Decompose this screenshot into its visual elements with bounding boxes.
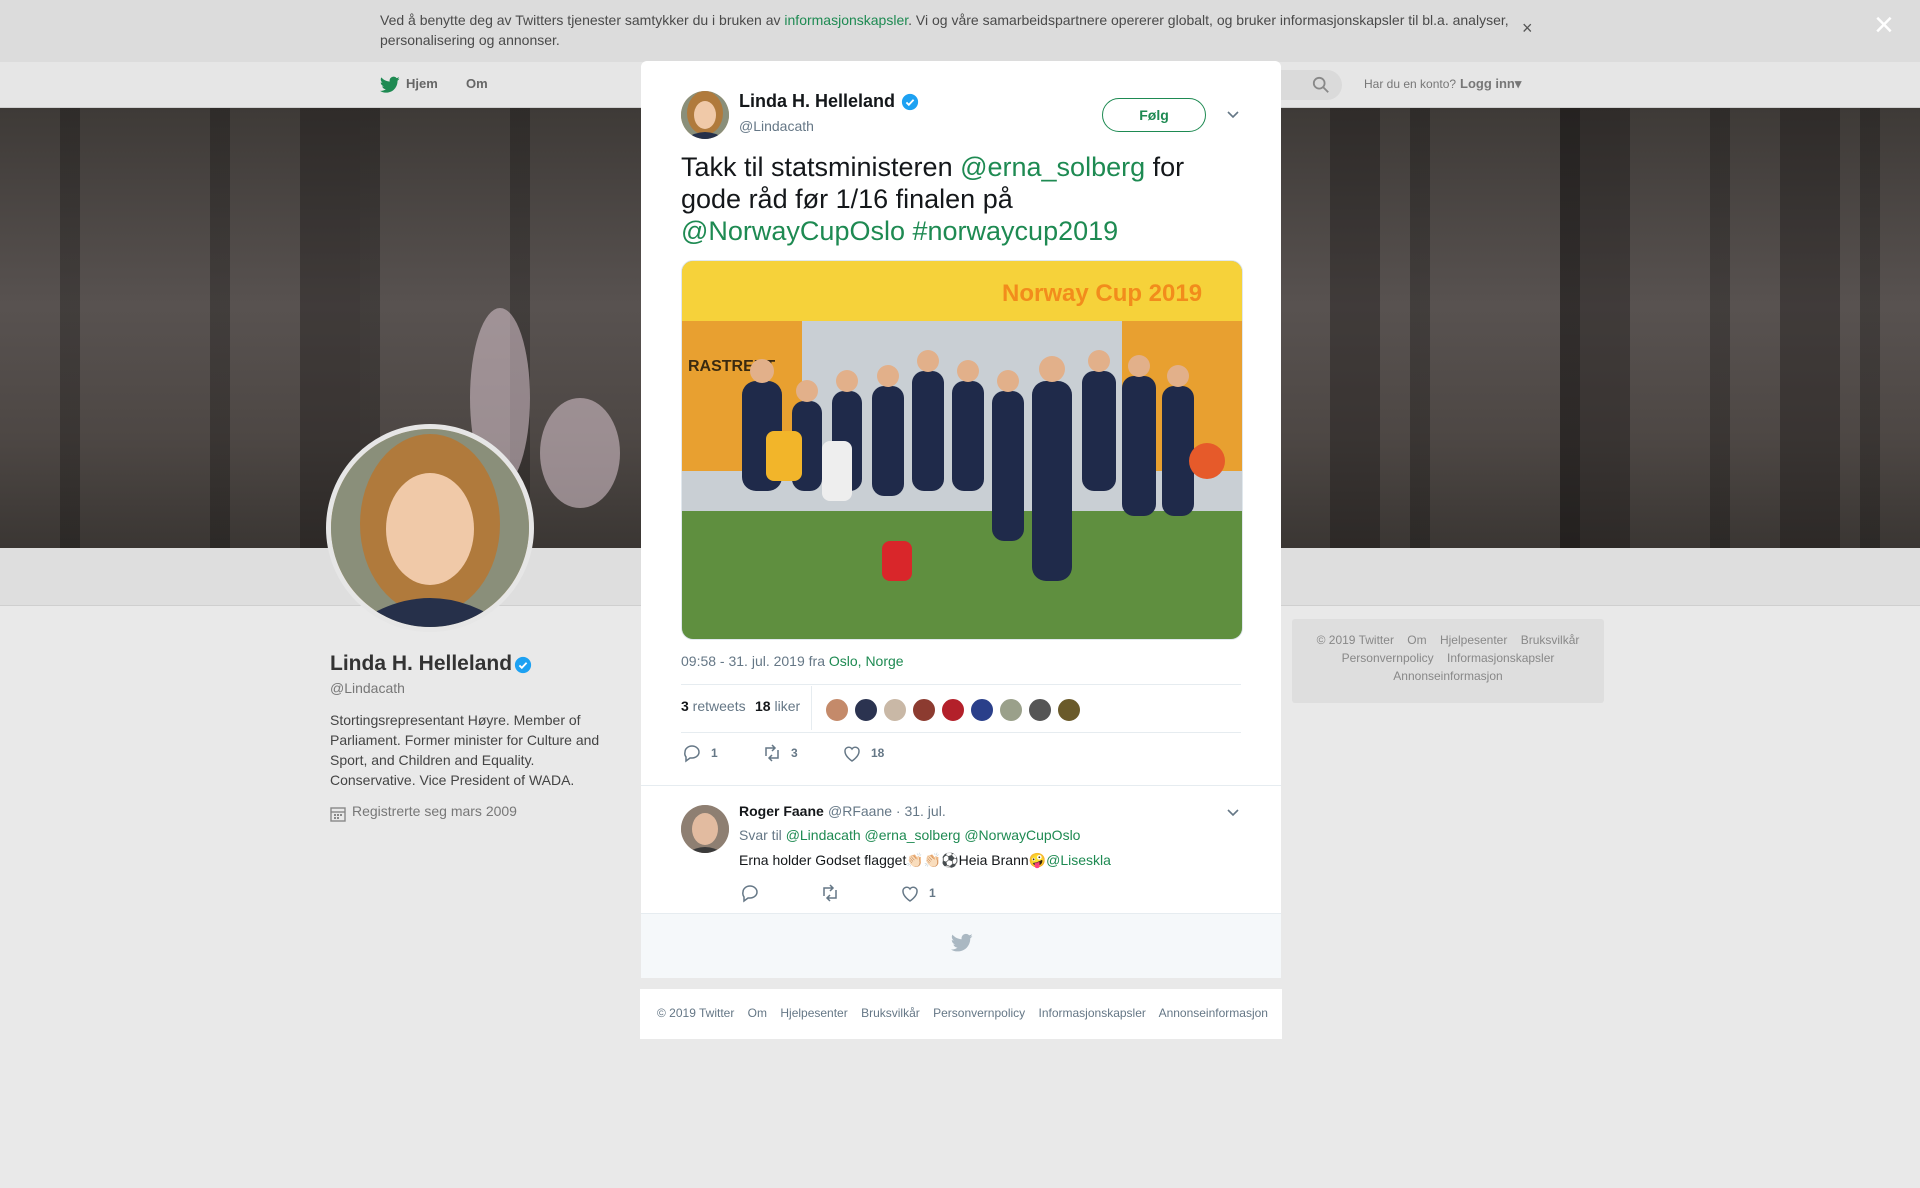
heart-icon[interactable]: [842, 744, 862, 764]
footer-link-help[interactable]: Hjelpesenter: [1440, 633, 1507, 647]
close-icon[interactable]: ×: [1874, 8, 1894, 42]
liker-avatar[interactable]: [999, 698, 1023, 722]
footer-link-copyright[interactable]: © 2019 Twitter: [657, 1006, 734, 1020]
reply-author-name[interactable]: Roger Faane: [739, 803, 824, 819]
hashtag-link[interactable]: #norwaycup2019: [913, 216, 1119, 246]
liker-avatar[interactable]: [912, 698, 936, 722]
footer-link-ads-info[interactable]: Annonseinformasjon: [1159, 1006, 1268, 1020]
bottom-footer-links: © 2019 Twitter Om Hjelpesenter Bruksvilk…: [657, 1006, 1278, 1020]
reply-icon[interactable]: [682, 743, 702, 763]
footer-link-about[interactable]: Om: [748, 1006, 767, 1020]
chevron-down-icon[interactable]: [1226, 107, 1240, 121]
twitter-bird-icon[interactable]: [380, 76, 400, 94]
retweets-label: retweets: [688, 698, 746, 714]
mention-link[interactable]: @Liseskla: [1046, 852, 1111, 868]
reply-like-count: 1: [929, 886, 936, 900]
profile-name[interactable]: Linda H. Helleland: [330, 652, 512, 676]
footer-link-ads-info[interactable]: Annonseinformasjon: [1393, 669, 1502, 683]
calendar-icon: [330, 807, 346, 822]
login-button[interactable]: Logg inn▾: [1460, 76, 1521, 92]
reply-context: Svar til @Lindacath @erna_solberg @Norwa…: [739, 827, 1080, 843]
retweet-icon[interactable]: [820, 883, 840, 903]
tweet-location-link[interactable]: Oslo, Norge: [829, 653, 904, 669]
tweet-time[interactable]: 09:58 - 31. jul. 2019 fra: [681, 653, 829, 669]
cookie-text-before: Ved å benytte deg av Twitters tjenester …: [380, 12, 785, 28]
liker-avatar[interactable]: [854, 698, 878, 722]
divider: [641, 785, 1281, 786]
profile-handle[interactable]: @Lindacath: [330, 680, 405, 696]
retweet-count: 3: [791, 746, 798, 760]
photo-banner-text: Norway Cup 2019: [1002, 280, 1202, 307]
profile-avatar[interactable]: [326, 424, 534, 632]
divider: [681, 732, 1241, 733]
tweet-author-name[interactable]: Linda H. Helleland: [739, 91, 895, 112]
liker-avatar[interactable]: [970, 698, 994, 722]
like-count: 18: [871, 746, 885, 760]
reply-author-avatar[interactable]: [681, 805, 729, 853]
side-footer: © 2019 Twitter Om Hjelpesenter Bruksvilk…: [1292, 619, 1604, 703]
profile-joined-date: Registrerte seg mars 2009: [352, 803, 517, 819]
profile-bio: Stortingsrepresentant Høyre. Member of P…: [330, 712, 600, 788]
reply-to-label: Svar til: [739, 827, 786, 843]
tweet-author-avatar[interactable]: [681, 91, 729, 139]
likes-count: 18: [755, 698, 771, 714]
cookie-policy-link[interactable]: informasjonskapsler: [784, 12, 908, 28]
search-icon[interactable]: [1312, 76, 1330, 94]
liker-avatar[interactable]: [1057, 698, 1081, 722]
likes-label: liker: [770, 698, 801, 714]
tweet-text-part: [905, 216, 913, 246]
liker-avatar[interactable]: [825, 698, 849, 722]
verified-badge-icon: [514, 656, 532, 674]
cookie-close-icon[interactable]: ×: [1522, 18, 1533, 39]
footer-link-cookies[interactable]: Informasjonskapsler: [1039, 1006, 1146, 1020]
tweet-text-part: Takk til statsministeren: [681, 152, 961, 182]
tweet-timestamp: 09:58 - 31. jul. 2019 fra Oslo, Norge: [681, 653, 904, 669]
footer-link-terms[interactable]: Bruksvilkår: [1521, 633, 1580, 647]
liker-avatar[interactable]: [883, 698, 907, 722]
retweets-stat[interactable]: 3 retweets: [681, 698, 746, 714]
follow-button[interactable]: Følg: [1102, 98, 1206, 132]
reply-text: Erna holder Godset flagget👏🏻👏🏻⚽️Heia Bra…: [739, 852, 1111, 869]
reply-text-body: Erna holder Godset flagget👏🏻👏🏻⚽️Heia Bra…: [739, 852, 1047, 868]
twitter-bird-icon: [951, 933, 973, 952]
retweet-icon[interactable]: [762, 743, 782, 763]
nav-about-link[interactable]: Om: [466, 76, 488, 91]
chevron-down-icon: ▾: [1514, 76, 1522, 91]
reply-icon[interactable]: [740, 883, 760, 903]
divider: [811, 686, 812, 730]
footer-link-terms[interactable]: Bruksvilkår: [861, 1006, 920, 1020]
verified-badge-icon: [901, 93, 919, 111]
footer-link-privacy[interactable]: Personvernpolicy: [1342, 651, 1434, 665]
reply-count: 1: [711, 746, 718, 760]
tweet-photo[interactable]: Norway Cup 2019 RASTRENT: [681, 260, 1243, 640]
liker-avatar[interactable]: [1028, 698, 1052, 722]
chevron-down-icon[interactable]: [1226, 805, 1240, 819]
footer-link-privacy[interactable]: Personvernpolicy: [933, 1006, 1025, 1020]
login-label: Logg inn: [1460, 76, 1515, 91]
tweet-text: Takk til statsministeren @erna_solberg f…: [681, 151, 1241, 247]
footer-link-cookies[interactable]: Informasjonskapsler: [1447, 651, 1554, 665]
divider: [681, 684, 1241, 685]
mention-link[interactable]: @erna_solberg: [960, 152, 1145, 182]
likes-stat[interactable]: 18 liker: [755, 698, 800, 714]
nav-home-link[interactable]: Hjem: [406, 76, 438, 91]
tweet-author-handle[interactable]: @Lindacath: [739, 118, 814, 134]
footer-link-copyright[interactable]: © 2019 Twitter: [1317, 633, 1394, 647]
account-prompt: Har du en konto?: [1364, 77, 1457, 91]
footer-link-about[interactable]: Om: [1407, 633, 1426, 647]
mention-link[interactable]: @NorwayCupOslo: [681, 216, 905, 246]
reply-to-mentions[interactable]: @Lindacath @erna_solberg @NorwayCupOslo: [786, 827, 1081, 843]
cookie-banner-text: Ved å benytte deg av Twitters tjenester …: [380, 10, 1520, 50]
footer-link-help[interactable]: Hjelpesenter: [780, 1006, 847, 1020]
retweets-count: 3: [681, 698, 689, 714]
reply-author-handle[interactable]: @RFaane · 31. jul.: [828, 803, 946, 819]
liker-avatar[interactable]: [941, 698, 965, 722]
heart-icon[interactable]: [900, 884, 920, 904]
